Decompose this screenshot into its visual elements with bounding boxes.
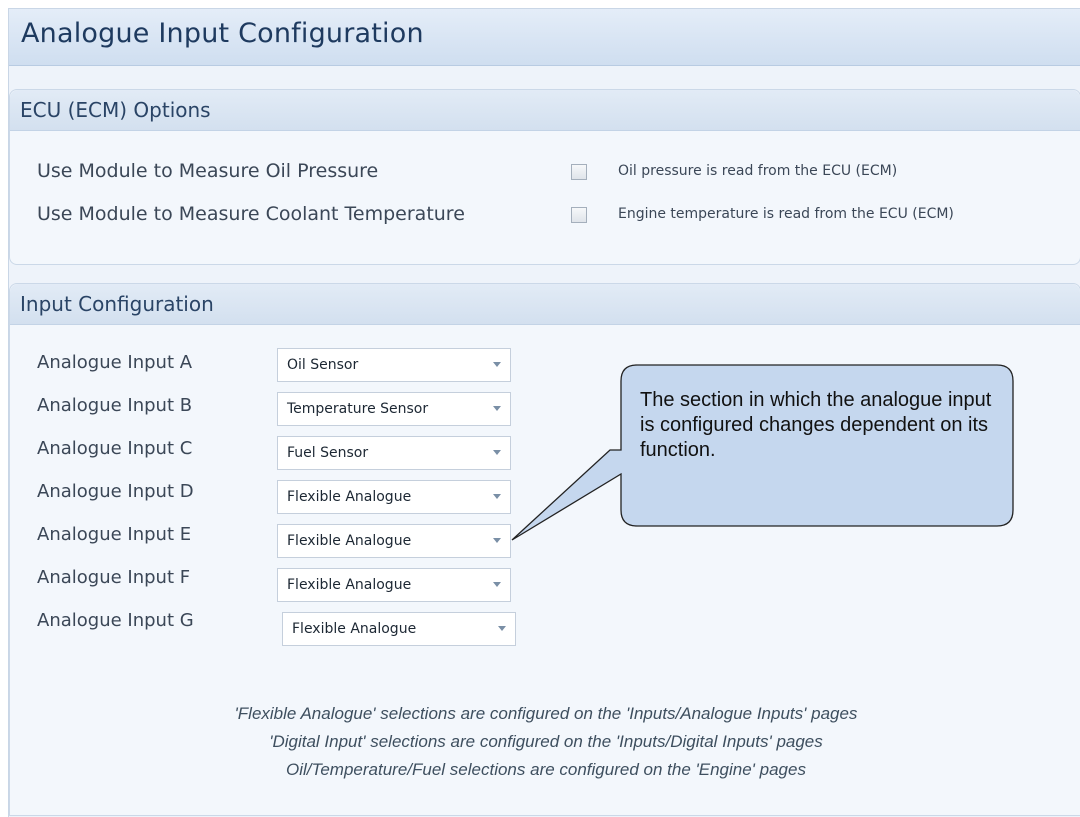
callout-text: The section in which the analogue input … [640, 389, 992, 461]
